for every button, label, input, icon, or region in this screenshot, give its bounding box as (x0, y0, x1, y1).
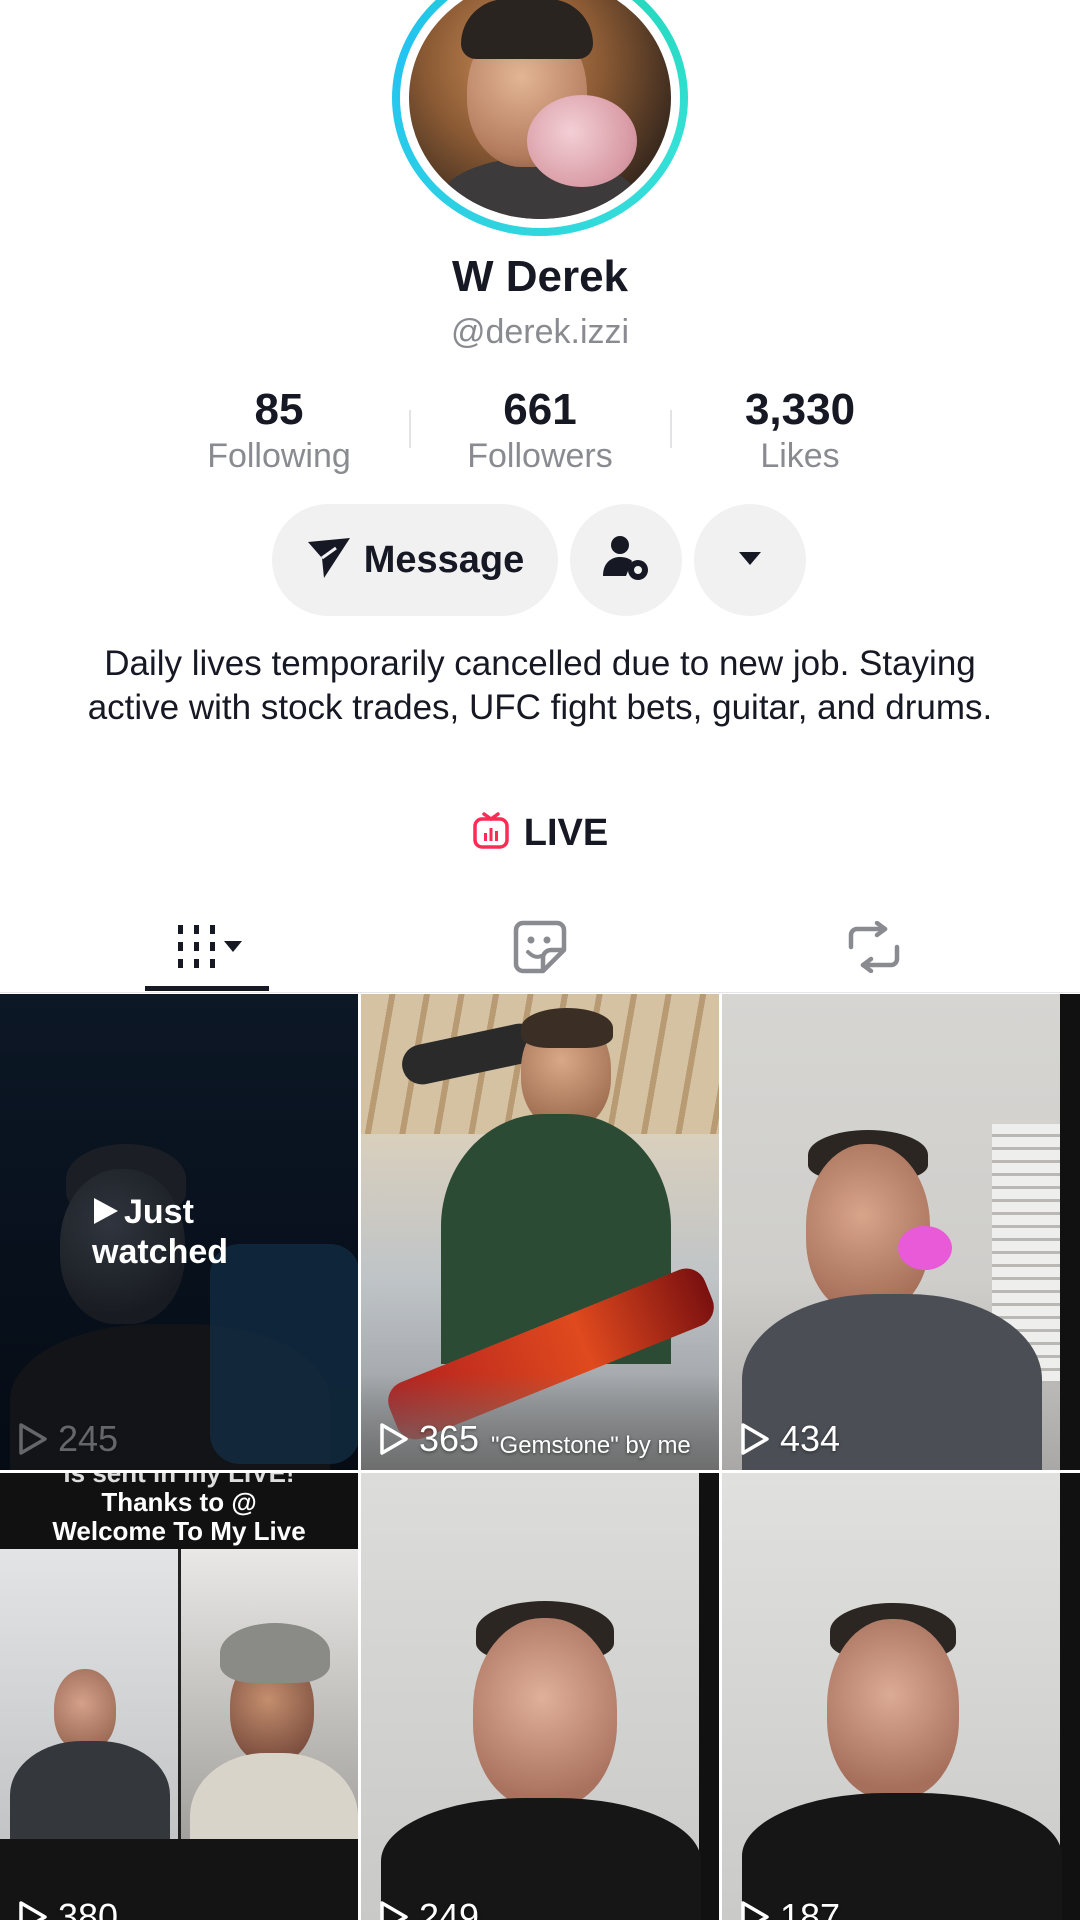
profile-handle: @derek.izzi (450, 313, 630, 351)
play-outline-icon (741, 1901, 769, 1920)
content-tabs (0, 908, 1080, 993)
stat-followers[interactable]: 661 Followers (410, 385, 670, 477)
profile-bio: Daily lives temporarily cancelled due to… (87, 644, 993, 727)
user-gear-icon (600, 532, 652, 589)
view-count: 249 (379, 1896, 479, 1920)
view-count: 245 (18, 1418, 118, 1460)
video-caption: "Gemstone" by me (491, 1432, 691, 1459)
sticker-face-icon (513, 920, 567, 979)
stat-likes-value: 3,330 (744, 385, 856, 434)
view-count: 187 (740, 1896, 840, 1920)
send-icon (306, 536, 352, 585)
stat-likes-label: Likes (760, 437, 840, 475)
message-button-label: Message (363, 538, 525, 581)
view-count: 380 (18, 1896, 118, 1920)
view-count: 365 (379, 1418, 479, 1460)
repost-icon (845, 920, 903, 978)
stat-following-label: Following (207, 437, 351, 475)
play-icon (94, 1198, 118, 1224)
video-tile[interactable]: 434 (722, 994, 1080, 1470)
follow-settings-button[interactable] (570, 504, 682, 616)
play-outline-icon (19, 1901, 47, 1920)
view-count-value: 380 (58, 1896, 119, 1920)
video-tile[interactable]: is sent in my LIVE! Thanks to @ Welcome … (0, 1473, 358, 1920)
just-watched-overlay: Just watched (92, 1192, 312, 1272)
avatar[interactable] (392, 0, 688, 236)
tab-videos[interactable] (160, 914, 260, 984)
stat-likes[interactable]: 3,330 Likes (670, 385, 930, 477)
stat-followers-label: Followers (467, 437, 613, 475)
view-count-value: 434 (780, 1418, 841, 1459)
tab-active-indicator (145, 986, 269, 991)
tab-reposts[interactable] (834, 914, 914, 984)
caption-line: Welcome To My Live (52, 1516, 306, 1546)
grid-icon (168, 921, 252, 978)
caption-line: Thanks to @ (101, 1487, 257, 1517)
video-tile[interactable]: 249 (361, 1473, 719, 1920)
live-tv-icon (472, 812, 510, 855)
tab-stickers[interactable] (500, 914, 580, 984)
caret-down-icon (738, 550, 762, 571)
video-tile[interactable]: 365 "Gemstone" by me (361, 994, 719, 1470)
stat-following[interactable]: 85 Following (149, 385, 409, 477)
caption-line: is sent in my LIVE! (63, 1473, 295, 1488)
message-button[interactable]: Message (272, 504, 558, 616)
live-caption-banner: is sent in my LIVE! Thanks to @ Welcome … (0, 1473, 358, 1549)
stat-followers-value: 661 (503, 385, 577, 434)
view-count-value: 249 (419, 1896, 480, 1920)
view-count-value: 245 (58, 1418, 119, 1459)
play-outline-icon (19, 1423, 47, 1455)
avatar-border (400, 0, 680, 228)
profile-name: W Derek (451, 252, 629, 301)
video-tile[interactable]: Just watched 245 (0, 994, 358, 1470)
video-tile[interactable]: 187 (722, 1473, 1080, 1920)
live-link[interactable]: LIVE (0, 812, 1080, 855)
view-count: 434 (740, 1418, 840, 1460)
play-outline-icon (380, 1901, 408, 1920)
play-outline-icon (380, 1423, 408, 1455)
avatar-photo (409, 0, 671, 219)
view-count-value: 187 (780, 1896, 841, 1920)
stat-following-value: 85 (254, 385, 304, 434)
view-count-value: 365 (419, 1418, 480, 1459)
live-label: LIVE (523, 812, 609, 854)
play-outline-icon (741, 1423, 769, 1455)
more-dropdown-button[interactable] (694, 504, 806, 616)
